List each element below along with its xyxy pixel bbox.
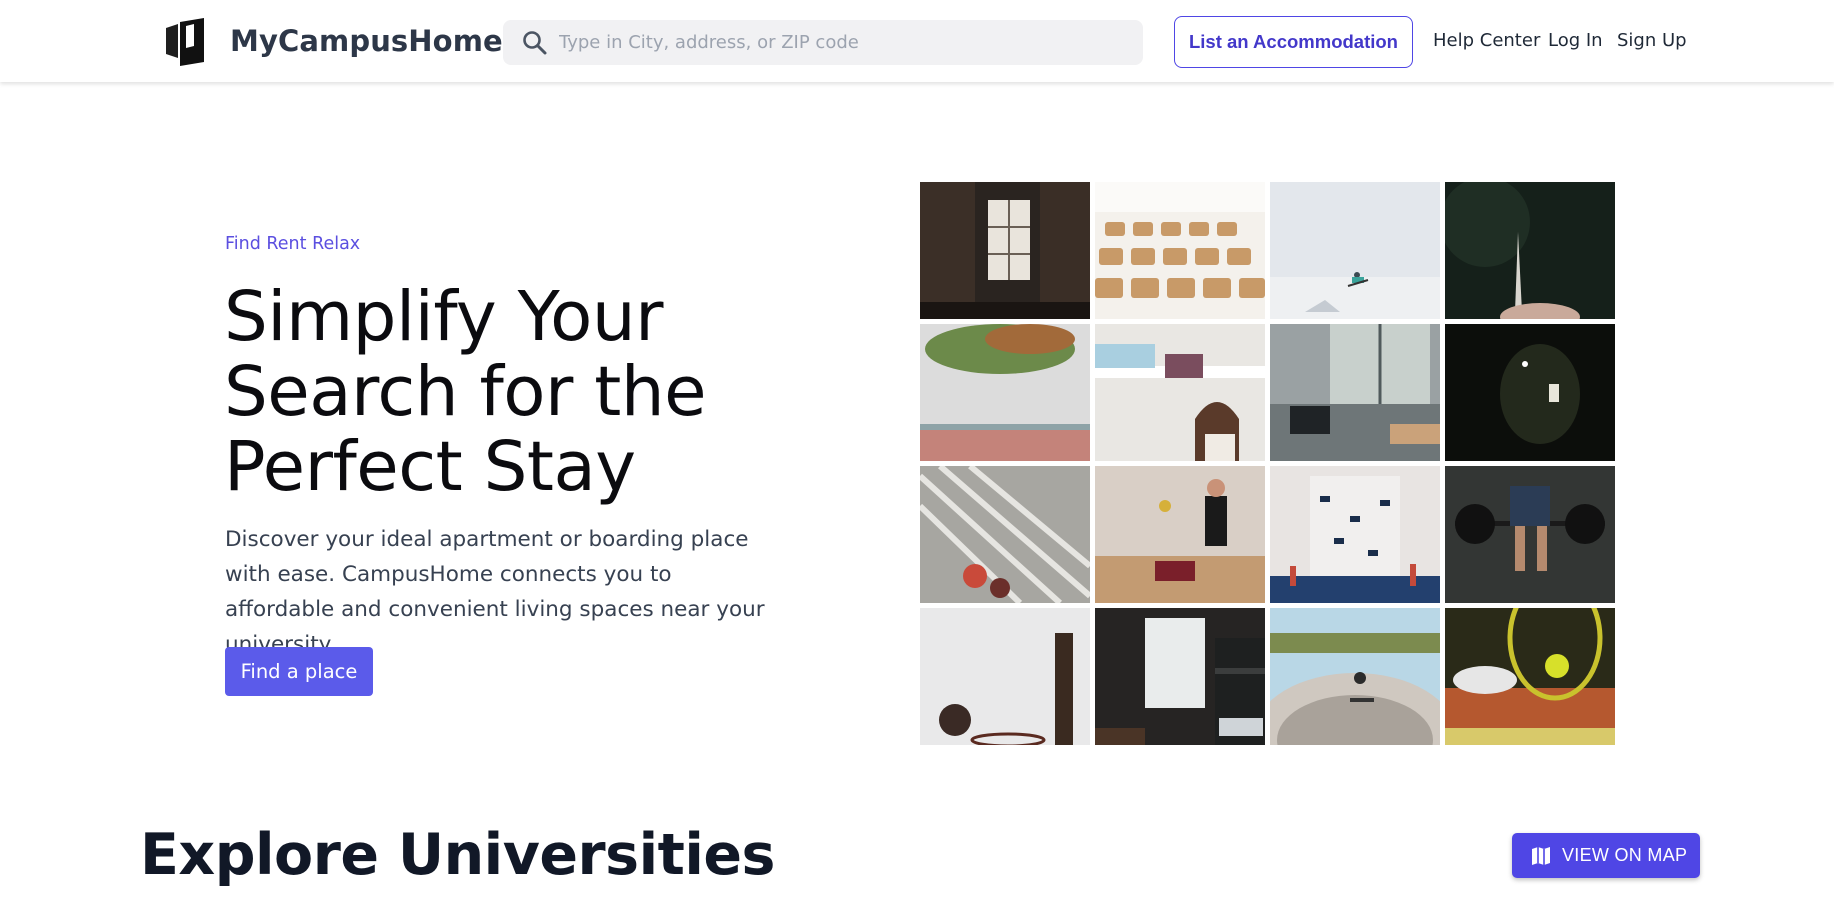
photo-dorm-bunk-beds	[1095, 608, 1265, 745]
search-bar[interactable]	[503, 20, 1143, 65]
search-input[interactable]	[559, 26, 1129, 59]
photo-tree-building	[920, 324, 1090, 461]
search-icon	[523, 31, 547, 55]
photo-lecture-hall-chairs	[1095, 182, 1265, 319]
photo-night-phone	[1445, 324, 1615, 461]
help-center-link[interactable]: Help Center	[1433, 30, 1540, 51]
explore-universities-heading: Explore Universities	[140, 822, 775, 888]
photo-stairs-students	[920, 466, 1090, 603]
hero-title: Simplify Your Search for the Perfect Sta…	[224, 277, 707, 507]
building-logo-icon	[166, 18, 204, 66]
navbar: MyCampusHome List an Accommodation Help …	[0, 0, 1834, 82]
photo-skatepark	[1270, 608, 1440, 745]
hero-eyebrow: Find Rent Relax	[225, 234, 361, 254]
photo-library-window	[920, 182, 1090, 319]
photo-room-desk-window	[1270, 324, 1440, 461]
logo-icon[interactable]	[164, 18, 206, 66]
sign-up-link[interactable]: Sign Up	[1617, 30, 1687, 51]
log-in-link[interactable]: Log In	[1548, 30, 1603, 51]
photo-dark-plant	[1445, 182, 1615, 319]
photo-tennis-ball-racket	[1445, 608, 1615, 745]
map-icon	[1532, 847, 1550, 865]
photo-snowboarder-sky	[1270, 182, 1440, 319]
photo-graduation-cap-toss	[1270, 466, 1440, 603]
list-accommodation-button[interactable]: List an Accommodation	[1174, 16, 1413, 68]
view-on-map-button[interactable]: VIEW ON MAP	[1512, 833, 1700, 878]
brand-name[interactable]: MyCampusHome	[230, 24, 503, 58]
hero-description: Discover your ideal apartment or boardin…	[225, 527, 765, 657]
view-on-map-label: VIEW ON MAP	[1562, 845, 1688, 865]
photo-grid	[920, 182, 1616, 745]
photo-basketball-hoop	[920, 608, 1090, 745]
photo-dorm-bunk-student	[1095, 324, 1265, 461]
find-a-place-button[interactable]: Find a place	[225, 647, 373, 696]
photo-barbell-lift	[1445, 466, 1615, 603]
photo-volleyball-players	[1095, 466, 1265, 603]
